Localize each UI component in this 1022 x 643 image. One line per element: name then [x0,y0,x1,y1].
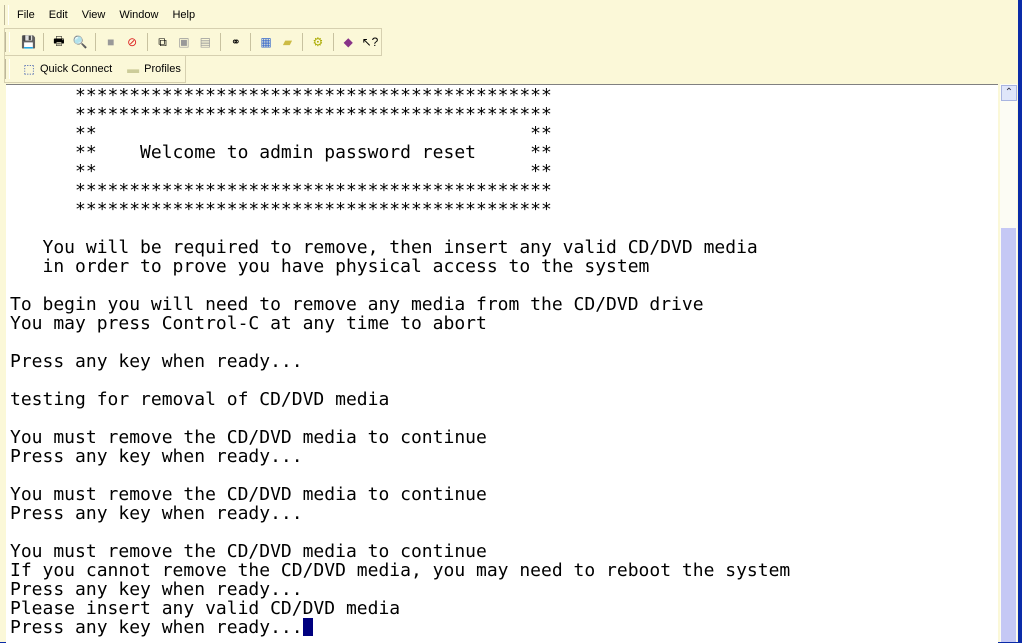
print-icon[interactable]: 🖶 [51,34,66,50]
paste-special-icon[interactable]: ▤ [198,34,213,50]
separator [43,33,45,51]
toolbar-grip[interactable] [5,32,10,52]
menu-window[interactable]: Window [119,9,158,21]
terminal-line: You must remove the CD/DVD media to cont… [10,484,487,505]
connect-icon[interactable]: ■ [103,34,118,50]
terminal-line: To begin you will need to remove any med… [10,294,704,315]
global-options-icon[interactable]: ▰ [280,34,295,50]
terminal-line: ****************************************… [10,85,552,106]
terminal-line: ****************************************… [10,180,552,201]
separator [302,33,304,51]
terminal-line: You will be required to remove, then ins… [10,237,758,258]
terminal-line: ****************************************… [10,199,552,220]
find-icon[interactable]: ⚭ [228,34,243,50]
separator [332,33,334,51]
terminal-line: You may press Control-C at any time to a… [10,313,487,334]
terminal-line: Press any key when ready... [10,617,303,638]
separator [146,33,148,51]
separator [220,33,222,51]
vertical-scrollbar[interactable]: ⌃ [1000,84,1017,642]
connect-toolbar: ⬚ Quick Connect ▬ Profiles [4,55,186,83]
terminal-line: testing for removal of CD/DVD media [10,389,390,410]
menu-grip[interactable] [4,5,9,25]
session-options-icon[interactable]: ▦ [258,34,273,50]
terminal-text: ****************************************… [6,85,998,637]
main-toolbar: 💾 🖶 🔍 ■ ⊘ ⧉ ▣ ▤ ⚭ ▦ ▰ ⚙ ◆ ↖? [4,28,382,56]
profiles-label: Profiles [144,63,181,75]
terminal-line: ** ** [10,123,552,144]
keymap-icon[interactable]: ⚙ [310,34,325,50]
copy-icon[interactable]: ⧉ [155,34,170,50]
quick-connect-icon: ⬚ [23,62,35,76]
app-window: File Edit View Window Help 💾 🖶 🔍 ■ ⊘ ⧉ ▣… [0,0,1018,643]
scroll-up-button[interactable]: ⌃ [1001,85,1017,101]
terminal-line: You must remove the CD/DVD media to cont… [10,427,487,448]
menu-help[interactable]: Help [172,9,195,21]
quick-connect-button[interactable]: ⬚ Quick Connect [18,61,112,77]
terminal-line: ** ** [10,161,552,182]
scroll-thumb[interactable] [1001,228,1016,642]
terminal-line: ****************************************… [10,104,552,125]
quick-connect-label: Quick Connect [40,63,113,75]
menu-file[interactable]: File [17,9,35,21]
menu-edit[interactable]: Edit [49,9,68,21]
terminal-line: You must remove the CD/DVD media to cont… [10,541,487,562]
terminal-output[interactable]: ****************************************… [6,84,998,643]
terminal-line: Press any key when ready... [10,503,303,524]
terminal-line: If you cannot remove the CD/DVD media, y… [10,560,791,581]
separator [250,33,252,51]
whats-this-icon[interactable]: ↖? [362,34,379,50]
paste-icon[interactable]: ▣ [176,34,191,50]
menu-view[interactable]: View [82,9,106,21]
menu-bar: File Edit View Window Help [4,2,209,28]
save-icon[interactable]: 💾 [21,34,36,50]
text-cursor [302,618,313,636]
terminal-line: Press any key when ready... [10,579,303,600]
folder-icon: ▬ [127,62,140,76]
profiles-button[interactable]: ▬ Profiles [122,61,181,77]
terminal-line: in order to prove you have physical acce… [10,256,650,277]
print-preview-icon[interactable]: 🔍 [73,34,88,50]
separator [95,33,97,51]
terminal-line: Please insert any valid CD/DVD media [10,598,401,619]
disconnect-icon[interactable]: ⊘ [124,34,139,50]
terminal-line: ** Welcome to admin password reset ** [10,142,552,163]
connect-toolbar-grip[interactable] [5,59,10,79]
terminal-line: Press any key when ready... [10,446,303,467]
help-book-icon[interactable]: ◆ [341,34,356,50]
terminal-line: Press any key when ready... [10,351,303,372]
